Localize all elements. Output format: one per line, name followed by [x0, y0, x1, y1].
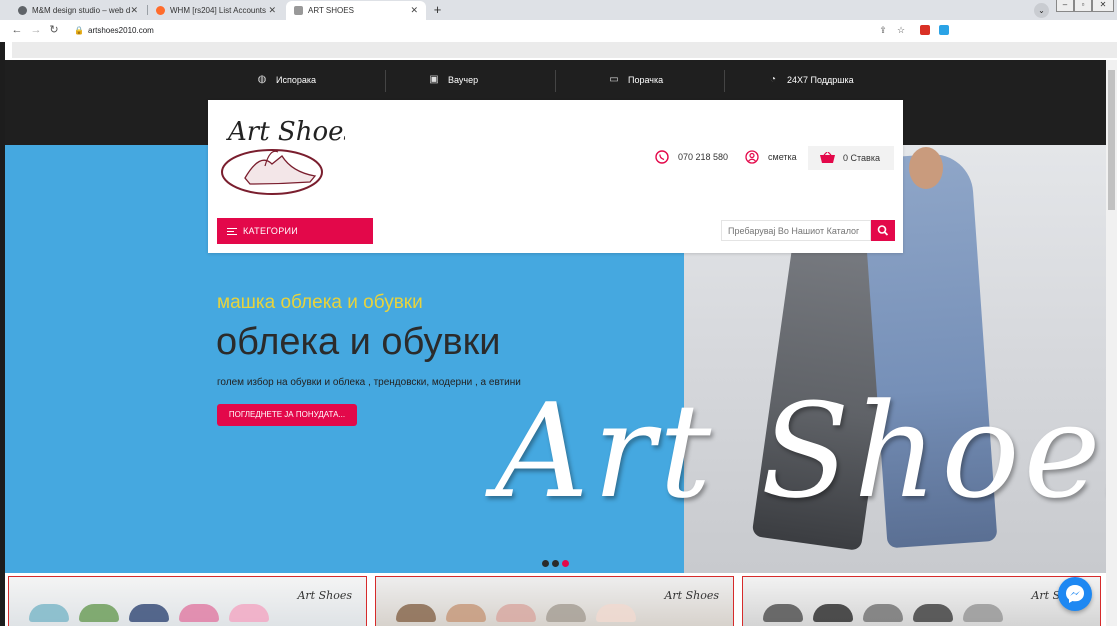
back-button[interactable]: ← — [10, 23, 24, 37]
script-logo: Art Shoes — [495, 375, 1106, 527]
card-logo: Art Shoes — [664, 589, 719, 602]
card-logo: Art Shoes — [297, 589, 352, 602]
support-label: 24X7 Поддршка — [787, 75, 854, 85]
slider-dot[interactable] — [552, 560, 559, 567]
close-icon[interactable]: ✕ — [130, 5, 138, 16]
categories-label: КАТЕГОРИИ — [243, 226, 299, 236]
shoe-image — [963, 604, 1003, 622]
page-icon — [294, 6, 303, 15]
shoe-image — [546, 604, 586, 622]
phone-contact[interactable]: 070 218 580 — [655, 150, 728, 164]
reload-button[interactable]: ↻ — [47, 23, 61, 37]
support-link[interactable]: ◔ 24X7 Поддршка — [767, 74, 854, 86]
shoe-image — [446, 604, 486, 622]
shoe-image — [229, 604, 269, 622]
order-label: Порачка — [628, 75, 664, 85]
shoe-image — [596, 604, 636, 622]
tab-title: WHM [rs204] List Accounts - 10 — [170, 6, 268, 15]
browser-tab[interactable]: WHM [rs204] List Accounts - 10 ✕ — [148, 1, 284, 20]
cpanel-icon — [156, 6, 165, 15]
slider-dot[interactable] — [542, 560, 549, 567]
divider — [385, 70, 386, 92]
voucher-label: Ваучер — [448, 75, 479, 85]
new-tab-button[interactable]: + — [430, 3, 445, 18]
page-scrollbar[interactable] — [1106, 60, 1117, 626]
shoe-image — [496, 604, 536, 622]
lock-icon: 🔒 — [74, 25, 84, 35]
order-link[interactable]: ▭ Порачка — [608, 74, 663, 86]
logo-icon: Art Shoes — [221, 117, 357, 195]
extension-icon[interactable] — [939, 25, 949, 35]
category-card[interactable]: Art Shoes — [8, 576, 367, 626]
shoe-image — [79, 604, 119, 622]
shoe-image — [129, 604, 169, 622]
gift-icon: ▣ — [429, 74, 439, 85]
view-offer-button[interactable]: ПОГЛЕДНЕТЕ ЈА ПОНУДАТА... — [217, 404, 357, 426]
globe-icon: ◍ — [257, 74, 267, 85]
browser-toolbar: ← → ↻ 🔒 artshoes2010.com ⇪ ☆ — [0, 20, 1117, 41]
shoe-image — [813, 604, 853, 622]
minimize-button[interactable]: – — [1056, 0, 1074, 12]
delivery-link[interactable]: ◍ Испорака — [256, 74, 316, 86]
hero-description: голем избор на обувки и облека , трендов… — [217, 377, 521, 388]
search-icon — [877, 225, 889, 236]
browser-tab-active[interactable]: ART SHOES ✕ — [286, 1, 426, 20]
slider-dot-active[interactable] — [562, 560, 569, 567]
address-bar[interactable]: 🔒 artshoes2010.com — [66, 22, 916, 39]
menu-icon — [227, 226, 237, 237]
voucher-link[interactable]: ▣ Ваучер — [428, 74, 478, 86]
messenger-icon — [1066, 585, 1084, 603]
delivery-label: Испорака — [276, 75, 316, 85]
bookmarks-bar — [12, 42, 1117, 58]
category-strip: Art Shoes Art Shoes Art Shoes — [5, 573, 1106, 626]
cart-label: 0 Ставка — [843, 153, 880, 163]
whatsapp-icon — [655, 150, 669, 164]
search-button[interactable] — [871, 220, 895, 241]
header-card: Art Shoes 070 218 580 сметка 0 Ставка КА… — [208, 100, 903, 253]
shoe-image — [396, 604, 436, 622]
browser-tabstrip: M&M design studio – web desig ✕ WHM [rs2… — [0, 0, 1117, 20]
divider — [555, 70, 556, 92]
messenger-chat-button[interactable] — [1058, 577, 1092, 611]
basket-icon — [820, 152, 835, 163]
scrollbar-thumb[interactable] — [1108, 70, 1115, 210]
close-icon[interactable]: ✕ — [268, 5, 276, 16]
site-logo[interactable]: Art Shoes — [220, 112, 357, 198]
hero-subtitle: машка облека и обувки — [217, 292, 423, 313]
categories-button[interactable]: КАТЕГОРИИ — [217, 218, 373, 244]
close-window-button[interactable]: ✕ — [1092, 0, 1114, 12]
tab-title: ART SHOES — [308, 6, 354, 15]
pdf-extension-icon[interactable] — [920, 25, 930, 35]
globe-icon — [18, 6, 27, 15]
forward-button[interactable]: → — [29, 23, 43, 37]
shoe-image — [179, 604, 219, 622]
divider — [724, 70, 725, 92]
shoe-image — [763, 604, 803, 622]
shoe-image — [29, 604, 69, 622]
shoe-image — [863, 604, 903, 622]
slider-dots — [542, 560, 569, 567]
url-text: artshoes2010.com — [88, 26, 154, 35]
logo-text: Art Shoes — [226, 117, 345, 147]
category-card[interactable]: Art Shoes — [375, 576, 734, 626]
user-icon — [745, 150, 759, 164]
shoe-image — [913, 604, 953, 622]
monitor-icon: ▭ — [609, 74, 619, 85]
hero-title: облека и обувки — [216, 321, 501, 363]
model-head — [909, 147, 943, 189]
cart-button[interactable]: 0 Ставка — [808, 146, 894, 170]
search-input[interactable] — [721, 220, 871, 241]
tab-search-button[interactable]: ⌄ — [1034, 3, 1049, 18]
share-icon[interactable]: ⇪ — [878, 25, 888, 35]
account-label: сметка — [768, 152, 797, 162]
phone-number: 070 218 580 — [678, 152, 729, 162]
maximize-button[interactable]: ▫ — [1074, 0, 1092, 12]
tab-title: M&M design studio – web desig — [32, 6, 131, 15]
browser-tab[interactable]: M&M design studio – web desig ✕ — [10, 1, 146, 20]
account-link[interactable]: сметка — [745, 150, 797, 164]
star-icon[interactable]: ☆ — [896, 25, 906, 35]
close-icon[interactable]: ✕ — [410, 5, 418, 16]
support-icon: ◔ — [769, 74, 777, 85]
category-card[interactable]: Art Shoes — [742, 576, 1101, 626]
